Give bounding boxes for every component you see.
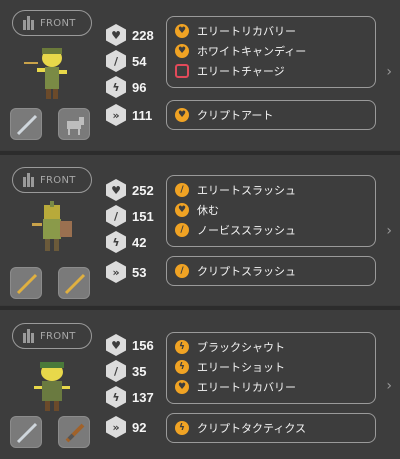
bolt-icon: ϟ: [106, 231, 126, 253]
heart-icon: ♥: [175, 108, 189, 122]
spd-stat: ϟ 137: [106, 384, 166, 410]
double-chevron-icon: »: [106, 261, 126, 283]
double-chevron-icon: »: [106, 104, 126, 126]
skill-item[interactable]: ♥ ホワイトキャンディー: [175, 41, 367, 61]
crit-stat: » 111: [106, 102, 166, 128]
chevron-right-icon[interactable]: ›: [386, 378, 392, 394]
skill-item[interactable]: / エリートスラッシュ: [175, 180, 367, 200]
sword-icon: /: [106, 50, 126, 72]
heart-icon: ♥: [175, 203, 189, 217]
chevron-right-icon[interactable]: ›: [386, 223, 392, 239]
unit-card-1[interactable]: FRONT ♥ 228 /54 ϟ 96 » 111 ♥ エリートリカバリー ♥ ホワイト…: [0, 0, 400, 150]
skill-list[interactable]: ♥ エリートリカバリー ♥ ホワイトキャンディー エリートチャージ: [166, 16, 376, 88]
weapon-slot[interactable]: [10, 416, 42, 448]
character-portrait: [34, 362, 70, 411]
heart-icon: ♥: [106, 179, 126, 201]
weapon-slot-secondary[interactable]: [58, 416, 90, 448]
atk-stat: /54: [106, 48, 166, 74]
charge-icon: [175, 64, 189, 78]
crit-stat: » 53: [106, 259, 166, 285]
bolt-icon: ϟ: [175, 340, 189, 354]
skill-item[interactable]: ϟ エリートショット: [175, 357, 367, 377]
skill-list[interactable]: ϟ ブラックシャウト ϟ エリートショット ♥ エリートリカバリー: [166, 332, 376, 404]
crypt-skill[interactable]: ϟ クリプトタクティクス: [166, 413, 376, 443]
character-portrait: [32, 201, 72, 251]
sword-icon: /: [106, 205, 126, 227]
skill-item[interactable]: / ノービススラッシュ: [175, 220, 367, 240]
party-icon: [23, 173, 34, 187]
mount-slot[interactable]: [58, 108, 90, 140]
sword-icon: /: [175, 183, 189, 197]
heart-icon: ♥: [106, 24, 126, 46]
unit-card-3[interactable]: FRONT ♥ 156 /35 ϟ 137 » 92 ϟ ブラックシャウト ϟ エリートシ…: [0, 310, 400, 459]
atk-stat: /35: [106, 358, 166, 384]
unit-card-2[interactable]: FRONT ♥ 252 /151 ϟ 42 » 53 /エリートスラッシュ ♥ 休む /…: [0, 155, 400, 305]
heart-icon: ♥: [175, 24, 189, 38]
skill-item[interactable]: ♥ 休む: [175, 200, 367, 220]
crypt-skill[interactable]: / クリプトスラッシュ: [166, 256, 376, 286]
heart-icon: ♥: [175, 44, 189, 58]
bolt-icon: ϟ: [175, 421, 189, 435]
weapon-slot[interactable]: [10, 108, 42, 140]
hp-stat: ♥ 156: [106, 332, 166, 358]
sword-icon: /: [175, 264, 189, 278]
bolt-icon: ϟ: [106, 386, 126, 408]
bolt-icon: ϟ: [175, 360, 189, 374]
position-label: FRONT: [40, 174, 76, 186]
skill-list[interactable]: / エリートスラッシュ ♥ 休む / ノービススラッシュ: [166, 175, 376, 247]
skill-item[interactable]: エリートチャージ: [175, 61, 367, 81]
weapon-slot-secondary[interactable]: [58, 267, 90, 299]
position-label: FRONT: [40, 330, 76, 342]
skill-item[interactable]: ♥ エリートリカバリー: [175, 21, 367, 41]
spd-stat: ϟ 42: [106, 229, 166, 255]
skill-item[interactable]: ϟ ブラックシャウト: [175, 337, 367, 357]
atk-stat: /151: [106, 203, 166, 229]
spd-stat: ϟ 96: [106, 74, 166, 100]
hp-stat: ♥ 252: [106, 177, 166, 203]
crit-stat: » 92: [106, 414, 166, 440]
chevron-right-icon[interactable]: ›: [386, 64, 392, 80]
party-icon: [23, 329, 34, 343]
crypt-skill[interactable]: ♥ クリプトアート: [166, 100, 376, 130]
skill-item[interactable]: ♥ エリートリカバリー: [175, 377, 367, 397]
sword-icon: /: [106, 360, 126, 382]
party-icon: [23, 16, 34, 30]
position-label: FRONT: [40, 17, 76, 29]
heart-icon: ♥: [106, 334, 126, 356]
sword-icon: /: [175, 223, 189, 237]
bolt-icon: ϟ: [106, 76, 126, 98]
hp-stat: ♥ 228: [106, 22, 166, 48]
double-chevron-icon: »: [106, 416, 126, 438]
front-position-toggle[interactable]: FRONT: [12, 167, 92, 193]
front-position-toggle[interactable]: FRONT: [12, 10, 92, 36]
front-position-toggle[interactable]: FRONT: [12, 323, 92, 349]
character-portrait: [24, 48, 67, 99]
weapon-slot[interactable]: [10, 267, 42, 299]
heart-icon: ♥: [175, 380, 189, 394]
